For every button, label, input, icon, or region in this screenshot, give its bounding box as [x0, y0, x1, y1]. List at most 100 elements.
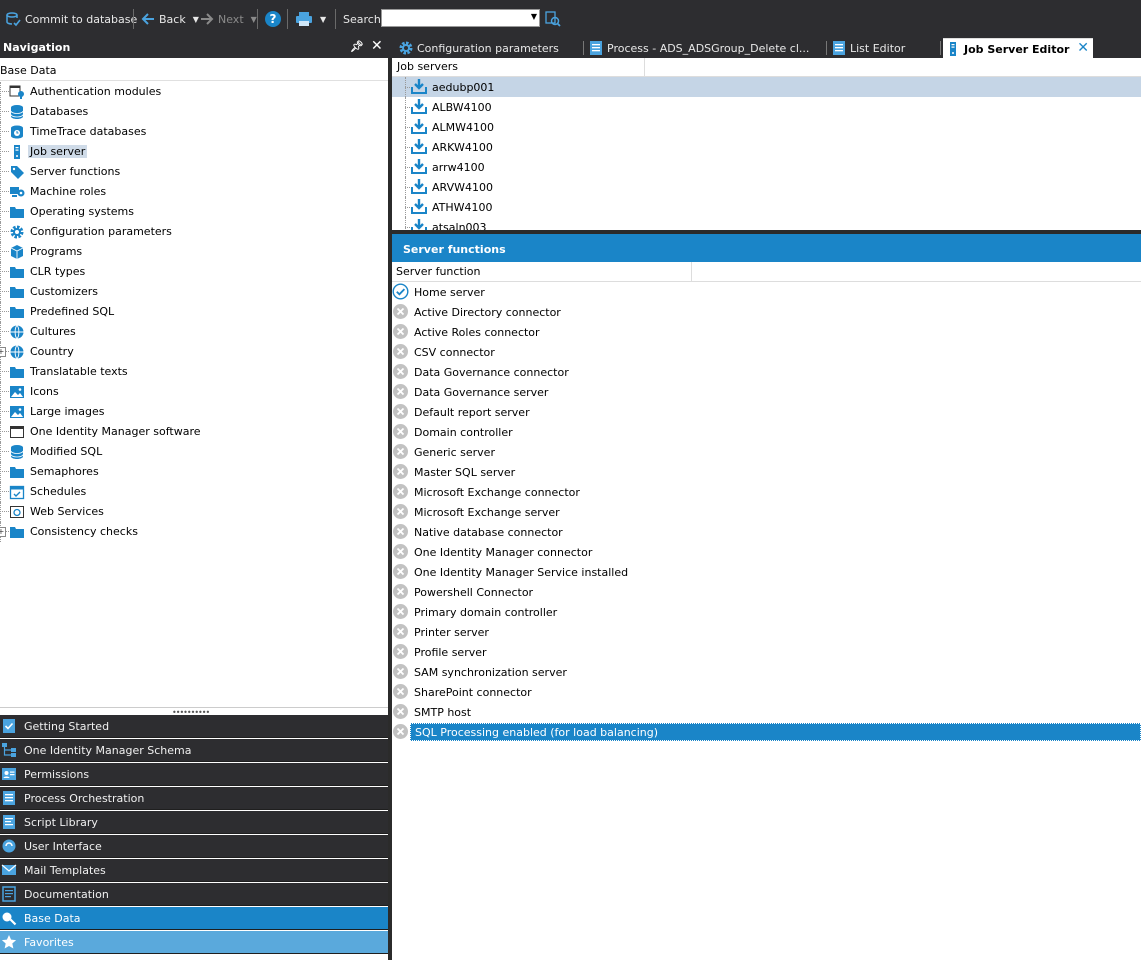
disabled-x-icon[interactable]	[392, 723, 409, 740]
print-button[interactable]: ▼	[295, 10, 326, 28]
search-button[interactable]	[545, 10, 561, 28]
server-function-row[interactable]: Native database connector	[392, 522, 1141, 542]
server-function-row[interactable]: Data Governance connector	[392, 362, 1141, 382]
column-divider[interactable]	[644, 58, 645, 76]
disabled-x-icon[interactable]	[392, 503, 409, 520]
server-function-row[interactable]: Microsoft Exchange connector	[392, 482, 1141, 502]
tree-item-clr-types[interactable]: CLR types	[0, 262, 388, 282]
tree-item-databases[interactable]: Databases	[0, 102, 388, 122]
server-function-row[interactable]: Microsoft Exchange server	[392, 502, 1141, 522]
job-servers-header[interactable]: Job servers	[392, 58, 1141, 77]
job-server-row[interactable]: ATHW4100	[392, 197, 1141, 217]
check-circle-icon[interactable]	[392, 283, 409, 300]
tree-item-one-identity-manager-software[interactable]: One Identity Manager software	[0, 422, 388, 442]
tab-configuration-parameters[interactable]: Configuration parameters	[396, 38, 588, 58]
tab-job-server-editor[interactable]: Job Server Editor ✕	[943, 38, 1093, 58]
disabled-x-icon[interactable]	[392, 603, 409, 620]
nav-group-one-identity-manager-schema[interactable]: One Identity Manager Schema	[0, 739, 388, 762]
server-function-row[interactable]: CSV connector	[392, 342, 1141, 362]
disabled-x-icon[interactable]	[392, 443, 409, 460]
tab-list-editor[interactable]: List Editor	[829, 38, 937, 58]
nav-group-process-orchestration[interactable]: Process Orchestration	[0, 787, 388, 810]
disabled-x-icon[interactable]	[392, 523, 409, 540]
tree-item-programs[interactable]: Programs	[0, 242, 388, 262]
close-icon[interactable]: ✕	[371, 38, 383, 54]
disabled-x-icon[interactable]	[392, 323, 409, 340]
pin-icon[interactable]: 📌︎	[350, 40, 364, 53]
disabled-x-icon[interactable]	[392, 703, 409, 720]
column-divider[interactable]	[691, 262, 692, 281]
tree-item-large-images[interactable]: Large images	[0, 402, 388, 422]
tree-item-cultures[interactable]: Cultures	[0, 322, 388, 342]
disabled-x-icon[interactable]	[392, 483, 409, 500]
tree-item-job-server[interactable]: Job server	[0, 142, 388, 162]
nav-group-getting-started[interactable]: Getting Started	[0, 715, 388, 738]
back-dropdown-icon[interactable]: ▼	[193, 15, 199, 24]
server-function-row[interactable]: SQL Processing enabled (for load balanci…	[392, 722, 1141, 742]
tree-item-icons[interactable]: Icons	[0, 382, 388, 402]
tree-item-predefined-sql[interactable]: Predefined SQL	[0, 302, 388, 322]
server-function-row[interactable]: Active Roles connector	[392, 322, 1141, 342]
help-button[interactable]: ?	[264, 10, 282, 28]
tree-item-translatable-texts[interactable]: Translatable texts	[0, 362, 388, 382]
server-function-row[interactable]: One Identity Manager Service installed	[392, 562, 1141, 582]
tree-item-country[interactable]: + Country	[0, 342, 388, 362]
expand-icon[interactable]: +	[0, 527, 6, 537]
disabled-x-icon[interactable]	[392, 643, 409, 660]
tree-item-consistency-checks[interactable]: + Consistency checks	[0, 522, 388, 542]
server-function-row[interactable]: SMTP host	[392, 702, 1141, 722]
search-dropdown-icon[interactable]: ▼	[531, 12, 537, 21]
tree-item-modified-sql[interactable]: Modified SQL	[0, 442, 388, 462]
server-function-row[interactable]: Primary domain controller	[392, 602, 1141, 622]
expand-icon[interactable]: +	[0, 347, 6, 357]
nav-group-script-library[interactable]: Script Library	[0, 811, 388, 834]
disabled-x-icon[interactable]	[392, 343, 409, 360]
tree-item-customizers[interactable]: Customizers	[0, 282, 388, 302]
server-function-row[interactable]: Home server	[392, 282, 1141, 302]
server-function-row[interactable]: SAM synchronization server	[392, 662, 1141, 682]
tree-item-timetrace-databases[interactable]: TimeTrace databases	[0, 122, 388, 142]
job-server-row[interactable]: ARVW4100	[392, 177, 1141, 197]
server-function-row[interactable]: Domain controller	[392, 422, 1141, 442]
next-button[interactable]: Next ▼	[200, 10, 257, 28]
print-dropdown-icon[interactable]: ▼	[320, 15, 326, 24]
tab-process-ads-adsgroup-delete-cl[interactable]: Process - ADS_ADSGroup_Delete cl...	[586, 38, 824, 58]
disabled-x-icon[interactable]	[392, 363, 409, 380]
disabled-x-icon[interactable]	[392, 583, 409, 600]
search-input[interactable]: ▼	[381, 9, 540, 27]
server-functions-header[interactable]: Server function	[392, 262, 1141, 282]
server-function-row[interactable]: Powershell Connector	[392, 582, 1141, 602]
server-function-row[interactable]: Active Directory connector	[392, 302, 1141, 322]
disabled-x-icon[interactable]	[392, 623, 409, 640]
disabled-x-icon[interactable]	[392, 383, 409, 400]
tree-item-web-services[interactable]: Web Services	[0, 502, 388, 522]
tree-item-machine-roles[interactable]: Machine roles	[0, 182, 388, 202]
nav-group-documentation[interactable]: Documentation	[0, 883, 388, 906]
tree-item-operating-systems[interactable]: Operating systems	[0, 202, 388, 222]
job-server-row[interactable]: ARKW4100	[392, 137, 1141, 157]
tree-item-semaphores[interactable]: Semaphores	[0, 462, 388, 482]
server-function-row[interactable]: Printer server	[392, 622, 1141, 642]
server-function-row[interactable]: Profile server	[392, 642, 1141, 662]
disabled-x-icon[interactable]	[392, 303, 409, 320]
job-server-row[interactable]: ALBW4100	[392, 97, 1141, 117]
disabled-x-icon[interactable]	[392, 403, 409, 420]
navigation-splitter[interactable]: ••••••••••	[0, 707, 388, 717]
job-server-row[interactable]: aedubp001	[392, 77, 1141, 97]
job-server-row[interactable]: arrw4100	[392, 157, 1141, 177]
tree-item-configuration-parameters[interactable]: Configuration parameters	[0, 222, 388, 242]
back-button[interactable]: Back ▼	[141, 10, 199, 28]
disabled-x-icon[interactable]	[392, 683, 409, 700]
nav-group-favorites[interactable]: Favorites	[0, 931, 388, 954]
disabled-x-icon[interactable]	[392, 663, 409, 680]
tree-item-server-functions[interactable]: Server functions	[0, 162, 388, 182]
nav-group-mail-templates[interactable]: Mail Templates	[0, 859, 388, 882]
job-server-row[interactable]: ALMW4100	[392, 117, 1141, 137]
tree-item-schedules[interactable]: Schedules	[0, 482, 388, 502]
disabled-x-icon[interactable]	[392, 563, 409, 580]
server-function-row[interactable]: One Identity Manager connector	[392, 542, 1141, 562]
server-function-row[interactable]: Default report server	[392, 402, 1141, 422]
job-server-row[interactable]: atsaln003	[392, 217, 1141, 230]
disabled-x-icon[interactable]	[392, 543, 409, 560]
next-dropdown-icon[interactable]: ▼	[251, 15, 257, 24]
